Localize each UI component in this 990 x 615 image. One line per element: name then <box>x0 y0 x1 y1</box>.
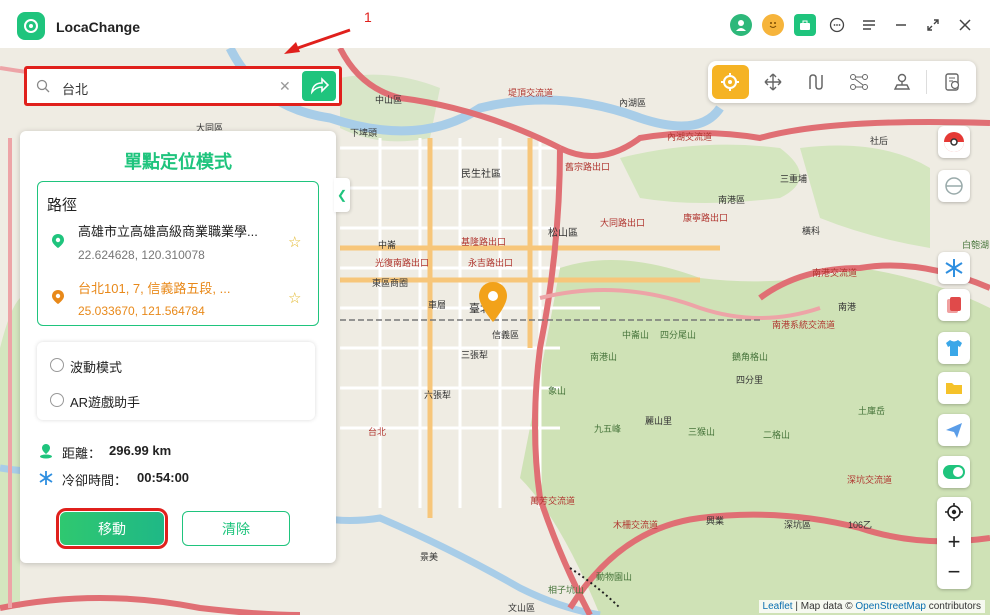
collapse-panel-button[interactable]: ❮ <box>334 178 350 212</box>
folder-icon[interactable] <box>938 372 970 404</box>
origin-pin-icon <box>52 234 64 248</box>
destination-coords: 25.033670, 121.564784 <box>78 304 205 318</box>
move-arrows-icon[interactable] <box>755 65 792 99</box>
wave-mode-label[interactable]: 波動模式 <box>70 357 122 376</box>
destination-pin-icon <box>52 290 64 304</box>
ar-assistant-label[interactable]: AR遊戲助手 <box>70 392 140 411</box>
teleport-mode-icon[interactable] <box>712 65 749 99</box>
wave-mode-radio[interactable] <box>50 358 64 372</box>
favorite-star-icon[interactable]: ☆ <box>288 289 301 307</box>
panel-title: 單點定位模式 <box>124 152 232 173</box>
clear-search-icon[interactable]: ✕ <box>279 78 291 95</box>
clear-button[interactable]: 清除 <box>182 511 290 546</box>
snowflake-icon[interactable] <box>938 252 970 284</box>
cooldown-label: 冷卻時間： <box>62 473 128 488</box>
pokemon-go-icon[interactable] <box>938 126 970 158</box>
pokeball-outline-icon[interactable] <box>938 170 970 202</box>
multi-stop-icon[interactable] <box>841 65 878 99</box>
zoom-in-button[interactable]: + <box>937 527 971 557</box>
joystick-icon[interactable] <box>883 65 920 99</box>
search-icon <box>36 79 50 93</box>
locate-me-icon[interactable] <box>937 497 971 527</box>
cards-icon[interactable] <box>938 289 970 321</box>
route-card: 路徑 高雄市立高雄高級商業職業學... 22.624628, 120.31007… <box>37 181 319 326</box>
search-bar: ✕ <box>24 66 342 106</box>
search-go-button[interactable] <box>302 71 336 101</box>
search-input[interactable] <box>60 77 264 99</box>
tshirt-icon[interactable] <box>938 332 970 364</box>
destination-name: 台北101, 7, 信義路五段, ... <box>78 281 231 296</box>
toolbar-divider <box>926 70 928 94</box>
distance-icon <box>40 444 52 459</box>
annotation-number: 1 <box>364 9 372 25</box>
history-icon[interactable] <box>933 65 970 99</box>
distance-value: 296.99 km <box>109 443 172 458</box>
snowflake-icon <box>39 471 53 485</box>
zoom-control: + − <box>937 497 971 589</box>
mode-toolbar <box>708 61 976 103</box>
ar-assistant-radio[interactable] <box>50 393 64 407</box>
origin-coords: 22.624628, 120.310078 <box>78 248 205 262</box>
favorite-star-icon[interactable]: ☆ <box>288 233 301 251</box>
cooldown-value: 00:54:00 <box>137 470 190 485</box>
location-panel: 單點定位模式 路徑 高雄市立高雄高級商業職業學... 22.624628, 12… <box>20 131 336 563</box>
move-button[interactable]: 移動 <box>56 508 168 549</box>
share-arrow-icon <box>310 77 330 95</box>
zoom-out-button[interactable]: − <box>937 557 971 587</box>
paper-plane-icon[interactable] <box>938 414 970 446</box>
origin-name: 高雄市立高雄高級商業職業學... <box>78 224 258 239</box>
route-heading: 路徑 <box>47 197 78 214</box>
toggle-switch-icon[interactable] <box>938 456 970 488</box>
distance-label: 距離： <box>62 446 102 461</box>
route-icon[interactable] <box>798 65 835 99</box>
options-card: 波動模式 AR遊戲助手 <box>37 342 315 420</box>
